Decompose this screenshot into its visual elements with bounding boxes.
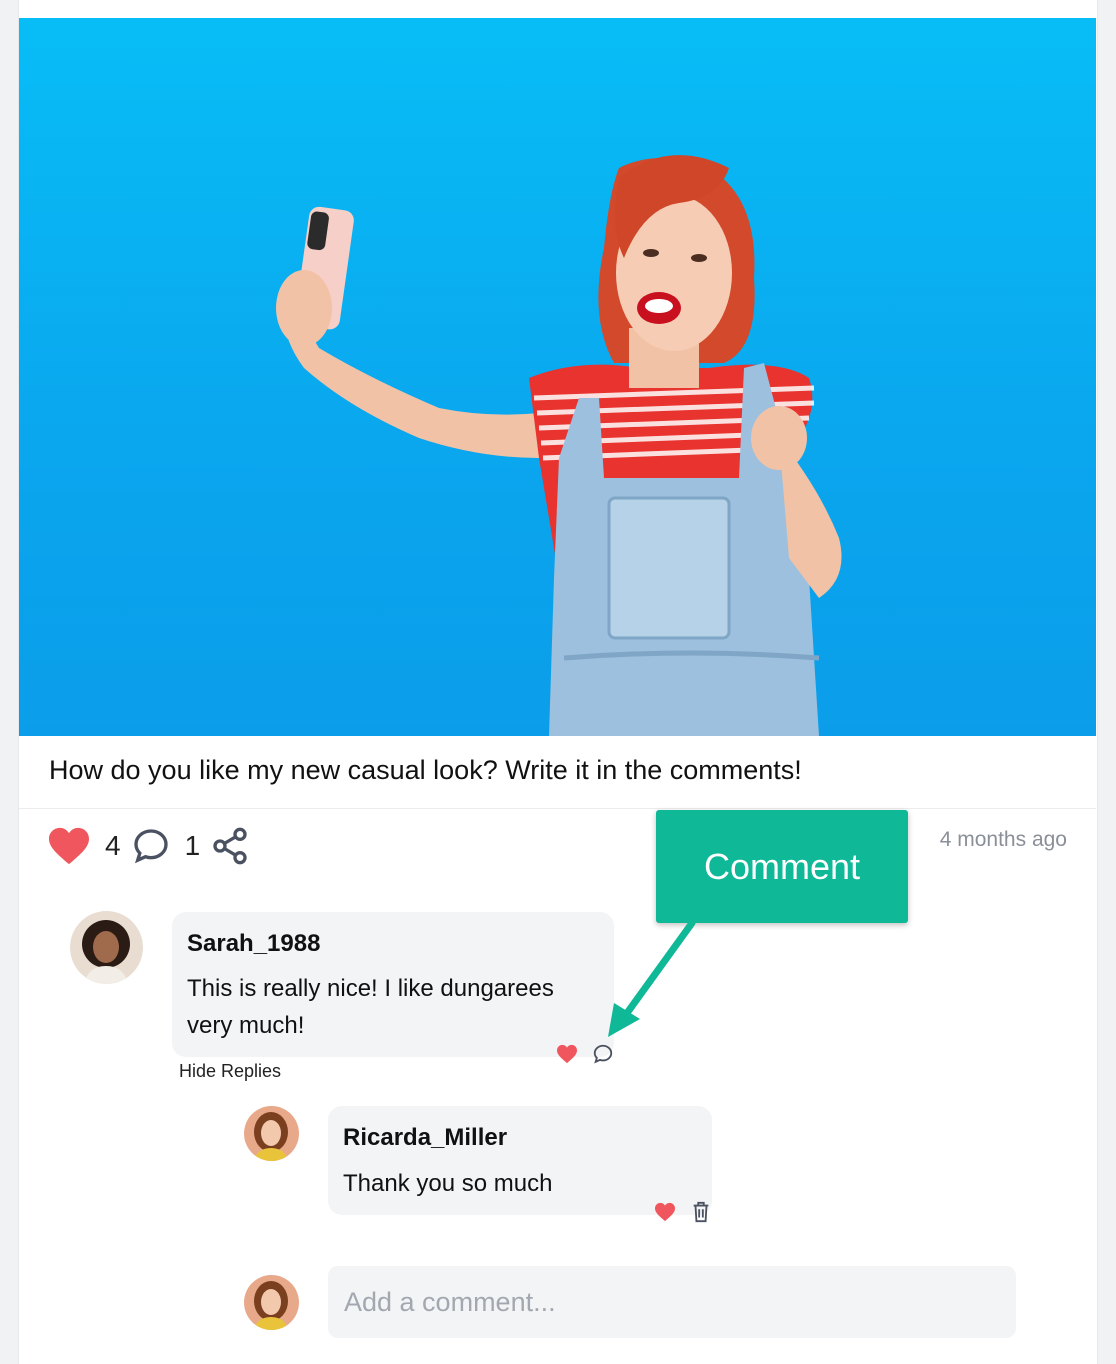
comment-username[interactable]: Sarah_1988 (187, 930, 320, 958)
heart-icon (49, 827, 89, 865)
like-count: 4 (105, 830, 121, 861)
tooltip-label: Comment (703, 845, 861, 887)
arrow-icon (608, 919, 696, 1037)
reply-like-icon[interactable] (654, 1202, 676, 1222)
comment-count: 1 (184, 830, 201, 861)
trash-icon[interactable] (690, 1200, 712, 1224)
avatar[interactable] (244, 1106, 299, 1161)
post-image[interactable] (19, 18, 1096, 736)
post-timestamp: 4 months ago (939, 828, 1067, 851)
comment-text: This is really nice! I like dungarees (187, 975, 554, 1002)
reply-username[interactable]: Ricarda_Miller (343, 1124, 507, 1152)
avatar[interactable] (70, 911, 143, 984)
hide-replies-link[interactable]: Hide Replies (179, 1061, 281, 1082)
avatar-image (254, 1112, 288, 1161)
selfie-illustration (276, 155, 842, 736)
post-actions: 4 1 (47, 824, 250, 868)
add-comment-input[interactable] (328, 1266, 1016, 1338)
comment-like-icon[interactable] (556, 1044, 578, 1064)
comment-button[interactable] (131, 826, 171, 866)
share-icon (213, 827, 247, 865)
comment-text-continued: very much! (187, 1012, 305, 1039)
reply-text: Thank you so much (343, 1170, 553, 1197)
avatar-image (82, 920, 130, 984)
comment-icon (133, 829, 168, 864)
divider (19, 808, 1096, 809)
reply-comment-icon[interactable] (592, 1043, 614, 1065)
like-button[interactable] (47, 826, 91, 866)
avatar-image (254, 1281, 288, 1330)
share-button[interactable] (210, 825, 250, 867)
comment-tooltip: Comment (656, 810, 908, 923)
post-caption: How do you like my new casual look? Writ… (49, 755, 802, 785)
current-user-avatar (244, 1275, 299, 1330)
